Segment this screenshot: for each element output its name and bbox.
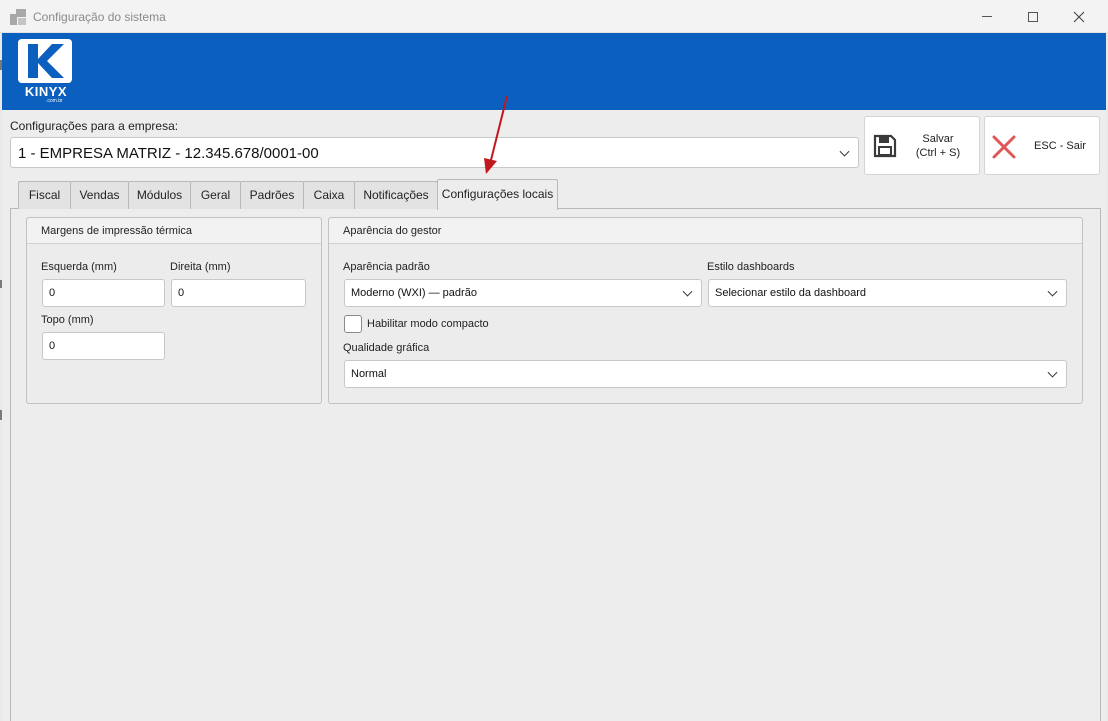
dashboard-style-value: Selecionar estilo da dashboard	[715, 287, 867, 299]
default-appearance-select[interactable]: Moderno (WXI) — padrão	[344, 279, 702, 307]
tab-fiscal[interactable]: Fiscal	[18, 181, 71, 209]
chevron-down-icon	[682, 286, 693, 297]
chevron-down-icon	[1047, 286, 1058, 297]
brand-banner: KINYX .com.br	[2, 33, 1106, 110]
graphic-quality-label: Qualidade gráfica	[343, 342, 430, 354]
tab-configuracoes-locais[interactable]: Configurações locais	[437, 179, 558, 210]
dashboard-style-select[interactable]: Selecionar estilo da dashboard	[708, 279, 1067, 307]
floppy-disk-icon	[873, 134, 897, 158]
close-icon	[1073, 11, 1085, 22]
margins-group: Margens de impressão térmica	[26, 217, 322, 404]
right-margin-label: Direita (mm)	[170, 261, 231, 273]
minimize-icon	[982, 16, 992, 17]
dashboard-style-label: Estilo dashboards	[707, 261, 795, 273]
default-appearance-value: Moderno (WXI) — padrão	[351, 287, 477, 299]
compact-mode-label[interactable]: Habilitar modo compacto	[367, 318, 489, 330]
compact-mode-checkbox[interactable]	[344, 315, 362, 333]
tab-caixa[interactable]: Caixa	[303, 181, 355, 209]
maximize-button[interactable]	[1010, 0, 1056, 33]
margins-group-title: Margens de impressão térmica	[27, 218, 321, 244]
save-button-label: Salvar (Ctrl + S)	[915, 133, 961, 159]
top-margin-input[interactable]: 0	[42, 332, 165, 360]
tab-notificacoes[interactable]: Notificações	[354, 181, 438, 209]
window-title: Configuração do sistema	[33, 10, 166, 24]
tab-vendas[interactable]: Vendas	[70, 181, 129, 209]
tab-modulos[interactable]: Módulos	[128, 181, 191, 209]
close-window-button[interactable]	[1056, 0, 1102, 33]
top-margin-label: Topo (mm)	[41, 314, 94, 326]
brand-name: KINYX	[24, 84, 68, 99]
brand-subtitle: .com.br	[46, 98, 63, 104]
logo-mark	[18, 39, 72, 83]
title-bar: Configuração do sistema	[0, 0, 1108, 33]
app-grid-icon	[10, 9, 26, 25]
tab-geral[interactable]: Geral	[190, 181, 241, 209]
exit-button-label: ESC - Sair	[1034, 140, 1086, 152]
minimize-button[interactable]	[964, 0, 1010, 33]
close-x-icon	[992, 135, 1016, 159]
left-margin-input[interactable]: 0	[42, 279, 165, 307]
graphic-quality-select[interactable]: Normal	[344, 360, 1067, 388]
default-appearance-label: Aparência padrão	[343, 261, 430, 273]
appearance-group-title: Aparência do gestor	[329, 218, 1082, 244]
right-margin-input[interactable]: 0	[171, 279, 306, 307]
save-button[interactable]: Salvar (Ctrl + S)	[864, 116, 980, 175]
company-select[interactable]: 1 - EMPRESA MATRIZ - 12.345.678/0001-00	[10, 137, 859, 168]
chevron-down-icon	[1047, 367, 1058, 378]
company-select-value: 1 - EMPRESA MATRIZ - 12.345.678/0001-00	[18, 145, 319, 162]
left-margin-label: Esquerda (mm)	[41, 261, 117, 273]
graphic-quality-value: Normal	[351, 368, 387, 380]
maximize-icon	[1028, 11, 1038, 22]
tab-padroes[interactable]: Padrões	[240, 181, 304, 209]
company-label: Configurações para a empresa:	[10, 119, 179, 133]
kinyx-logo: KINYX .com.br	[16, 39, 76, 105]
exit-button[interactable]: ESC - Sair	[984, 116, 1100, 175]
chevron-down-icon	[839, 146, 850, 157]
